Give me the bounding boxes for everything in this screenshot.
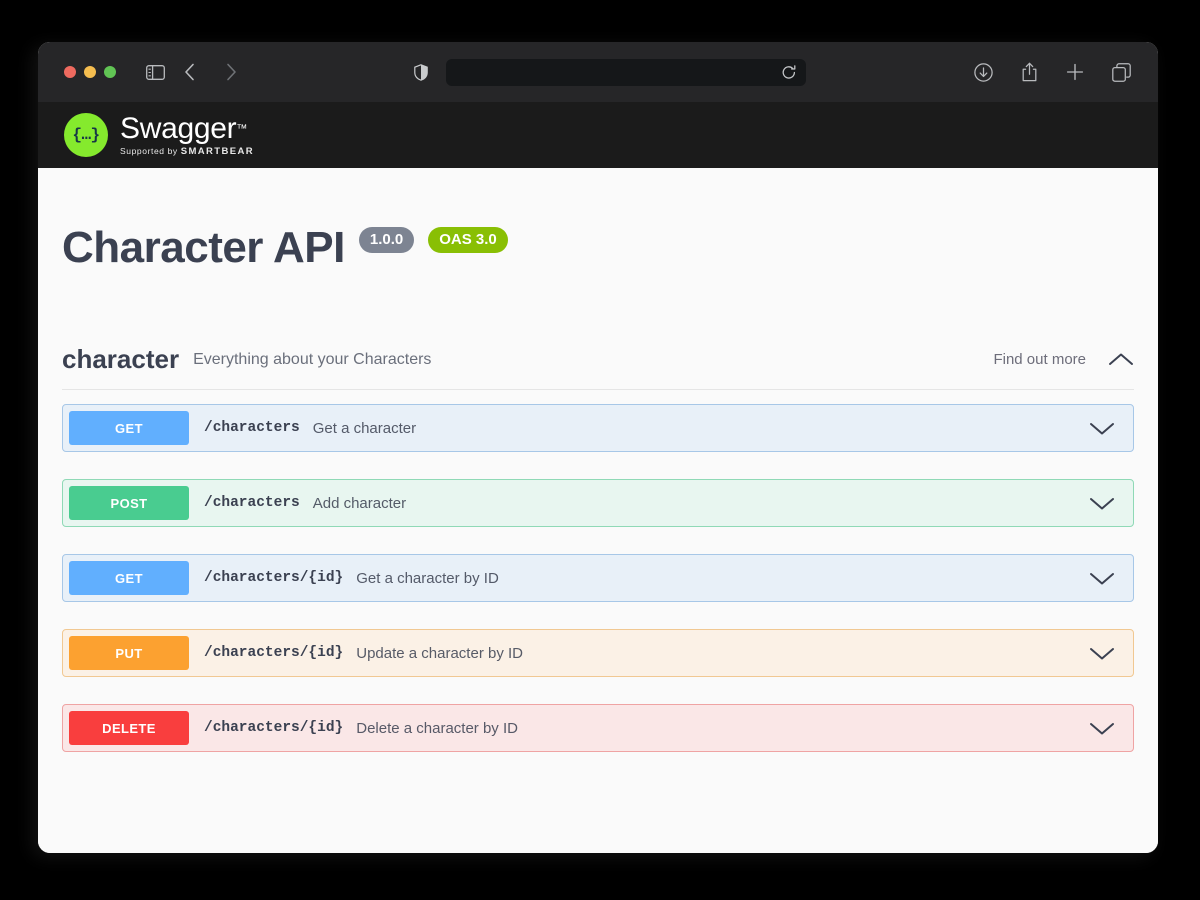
plus-icon[interactable] [1062, 59, 1088, 85]
swagger-wordmark: Swagger™ Supported by SMARTBEAR [120, 111, 254, 157]
sidebar-toggle-icon[interactable] [142, 59, 168, 85]
operation-path: /characters/{id} [204, 645, 344, 661]
downloads-icon[interactable] [970, 59, 996, 85]
method-badge: GET [69, 411, 189, 445]
address-bar[interactable] [446, 58, 806, 86]
method-badge: DELETE [69, 711, 189, 745]
operation-row[interactable]: GET /characters/{id} Get a character by … [62, 554, 1134, 602]
close-window-button[interactable] [64, 66, 76, 78]
operations-list: GET /characters Get a character POST /ch… [62, 404, 1134, 752]
swagger-ui-page: Character API 1.0.0 OAS 3.0 character Ev… [38, 168, 1158, 853]
operation-summary: Get a character by ID [356, 569, 499, 587]
operation-summary: Add character [312, 494, 407, 512]
tag-description: Everything about your Characters [193, 350, 432, 368]
supported-by-text: Supported by [120, 145, 178, 156]
chevron-down-icon[interactable] [1089, 646, 1121, 661]
tag-section-character: character Everything about your Characte… [38, 344, 1158, 752]
operation-row[interactable]: POST /characters Add character [62, 479, 1134, 527]
page-title: Character API [62, 223, 345, 272]
smartbear-brand: SMARTBEAR [180, 145, 255, 157]
toolbar-right-icons [970, 59, 1140, 85]
address-bar-area [270, 58, 944, 86]
method-badge: GET [69, 561, 189, 595]
swagger-topbar: {…} Swagger™ Supported by SMARTBEAR [38, 102, 1158, 168]
maximize-window-button[interactable] [104, 66, 116, 78]
version-badge: 1.0.0 [358, 227, 415, 253]
tag-name: character [62, 344, 180, 374]
reload-icon[interactable] [782, 64, 796, 80]
swagger-logo[interactable]: {…} Swagger™ Supported by SMARTBEAR [64, 113, 254, 157]
api-info-block: Character API 1.0.0 OAS 3.0 [38, 168, 1158, 270]
operation-row[interactable]: PUT /characters/{id} Update a character … [62, 629, 1134, 677]
method-badge: PUT [69, 636, 189, 670]
operation-path: /characters/{id} [204, 570, 344, 586]
braces-glyph: {…} [72, 126, 100, 144]
minimize-window-button[interactable] [84, 66, 96, 78]
operation-row[interactable]: DELETE /characters/{id} Delete a charact… [62, 704, 1134, 752]
share-icon[interactable] [1016, 59, 1042, 85]
chevron-up-icon[interactable] [1108, 352, 1134, 367]
screenshot-root: {…} Swagger™ Supported by SMARTBEAR Char… [0, 0, 1200, 900]
privacy-shield-icon[interactable] [408, 59, 434, 85]
oas-badge[interactable]: OAS 3.0 [428, 227, 508, 253]
find-out-more-link[interactable]: Find out more [993, 351, 1086, 368]
chevron-down-icon[interactable] [1089, 496, 1121, 511]
supported-by-line: Supported by SMARTBEAR [120, 146, 254, 157]
operation-path: /characters/{id} [204, 720, 344, 736]
method-badge: POST [69, 486, 189, 520]
api-title-row: Character API 1.0.0 OAS 3.0 [62, 226, 1158, 270]
tag-header-right: Find out more [993, 351, 1134, 368]
operation-summary: Get a character [312, 419, 417, 437]
tab-overview-icon[interactable] [1108, 59, 1134, 85]
operation-summary: Update a character by ID [356, 644, 523, 662]
operation-path: /characters [204, 420, 300, 436]
operation-summary: Delete a character by ID [356, 719, 518, 737]
browser-toolbar [38, 42, 1158, 102]
forward-chevron-icon[interactable] [218, 59, 244, 85]
back-chevron-icon[interactable] [176, 59, 202, 85]
chevron-down-icon[interactable] [1089, 571, 1121, 586]
swagger-braces-icon: {…} [64, 113, 108, 157]
tag-header[interactable]: character Everything about your Characte… [62, 344, 1134, 390]
swagger-title-text: Swagger [120, 111, 237, 145]
navigation-buttons [176, 59, 244, 85]
swagger-title: Swagger™ [120, 111, 254, 145]
chevron-down-icon[interactable] [1089, 721, 1121, 736]
operation-path: /characters [204, 495, 300, 511]
browser-window: {…} Swagger™ Supported by SMARTBEAR Char… [38, 42, 1158, 853]
trademark-mark: ™ [236, 122, 248, 135]
window-controls [64, 66, 116, 78]
chevron-down-icon[interactable] [1089, 421, 1121, 436]
operation-row[interactable]: GET /characters Get a character [62, 404, 1134, 452]
